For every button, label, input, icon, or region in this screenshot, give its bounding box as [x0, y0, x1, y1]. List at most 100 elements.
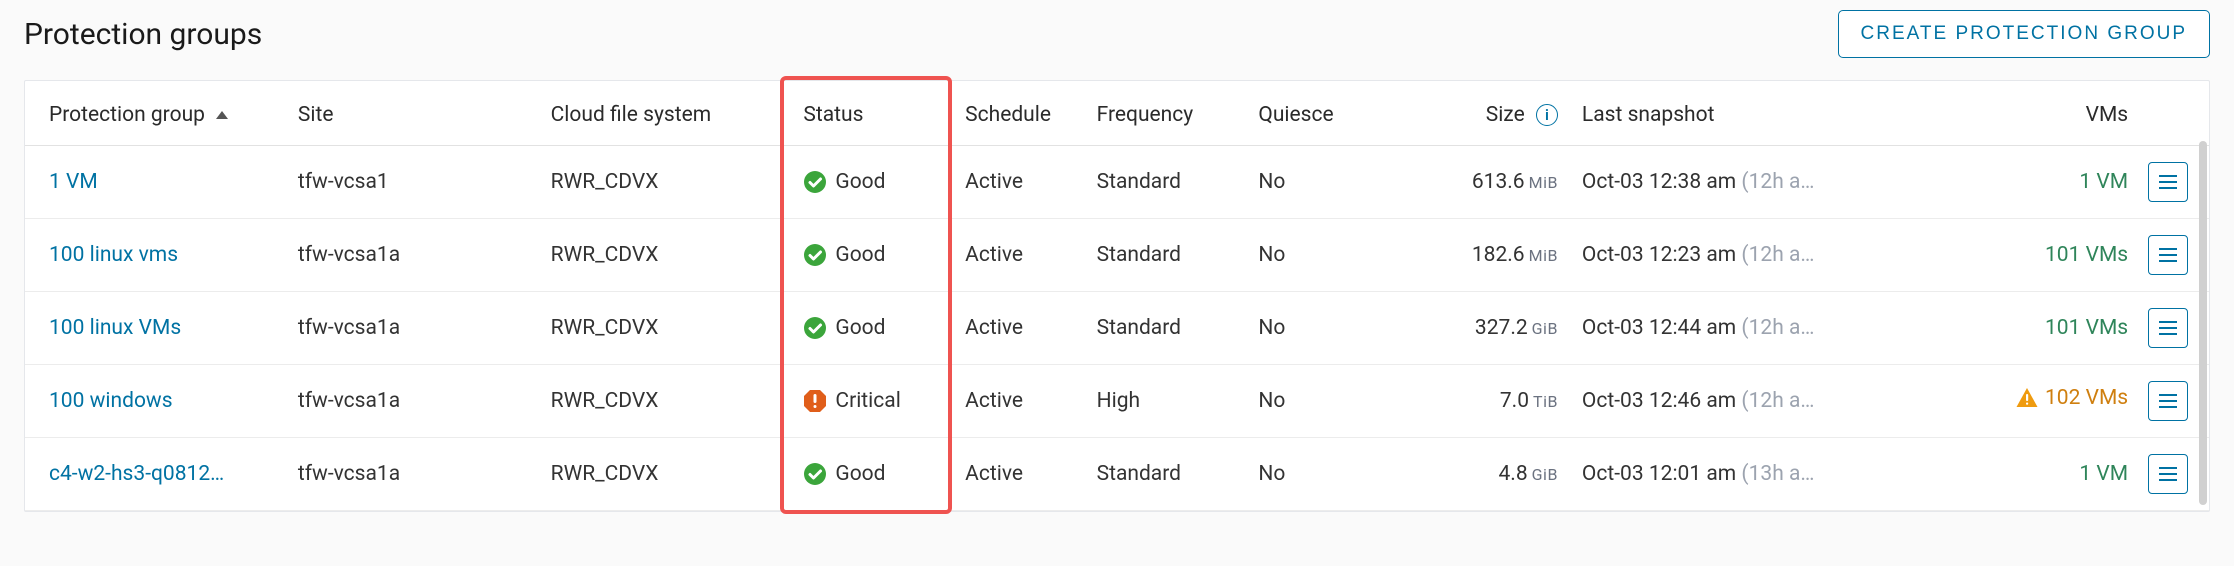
menu-icon	[2159, 254, 2177, 256]
protection-groups-panel: Protection group Site Cloud file system …	[24, 80, 2210, 512]
col-protection-group[interactable]: Protection group	[25, 81, 288, 146]
vms-count-link[interactable]: 1 VM	[2079, 462, 2128, 486]
status-cell: Good	[793, 438, 955, 511]
col-size[interactable]: Size i	[1380, 81, 1572, 146]
status-cell: Good	[793, 292, 955, 365]
size-unit: GiB	[1528, 319, 1558, 338]
col-schedule[interactable]: Schedule	[955, 81, 1086, 146]
protection-group-link[interactable]: 100 windows	[49, 389, 173, 413]
status-good-icon	[803, 462, 827, 486]
snapshot-timestamp: Oct-03 12:01 am	[1582, 462, 1736, 486]
status-label: Good	[835, 243, 885, 267]
status-good-icon	[803, 243, 827, 267]
size-cell: 7.0TiB	[1380, 365, 1572, 438]
size-cell: 327.2GiB	[1380, 292, 1572, 365]
table-header-row: Protection group Site Cloud file system …	[25, 81, 2209, 146]
vms-cell: 101 VMs	[1956, 219, 2138, 292]
create-protection-group-button[interactable]: Create Protection Group	[1838, 10, 2210, 58]
protection-group-link[interactable]: 1 VM	[49, 170, 98, 194]
menu-icon	[2159, 473, 2177, 475]
quiesce-cell: No	[1248, 219, 1379, 292]
cfs-cell: RWR_CDVX	[541, 219, 794, 292]
status-critical-icon	[803, 389, 827, 413]
last-snapshot-cell: Oct-03 12:46 am (12h a…	[1572, 365, 1956, 438]
table-row: c4-w2-hs3-q0812…tfw-vcsa1aRWR_CDVXGoodAc…	[25, 438, 2209, 511]
col-cloud-file-system[interactable]: Cloud file system	[541, 81, 794, 146]
protection-group-link[interactable]: 100 linux VMs	[49, 316, 181, 340]
vms-count-link[interactable]: 102 VMs	[2045, 386, 2128, 410]
site-cell: tfw-vcsa1a	[288, 365, 541, 438]
quiesce-cell: No	[1248, 292, 1379, 365]
cfs-cell: RWR_CDVX	[541, 438, 794, 511]
quiesce-cell: No	[1248, 146, 1379, 219]
snapshot-age: (12h a…	[1741, 243, 1814, 267]
snapshot-age: (12h a…	[1741, 389, 1814, 413]
vms-count-link[interactable]: 101 VMs	[2045, 316, 2128, 340]
col-frequency[interactable]: Frequency	[1087, 81, 1249, 146]
last-snapshot-cell: Oct-03 12:01 am (13h a…	[1572, 438, 1956, 511]
status-good-icon	[803, 316, 827, 340]
snapshot-timestamp: Oct-03 12:38 am	[1582, 170, 1736, 194]
page-title: Protection groups	[24, 17, 262, 52]
size-value: 182.6	[1472, 243, 1525, 267]
site-cell: tfw-vcsa1	[288, 146, 541, 219]
row-actions-button[interactable]	[2148, 381, 2188, 421]
last-snapshot-cell: Oct-03 12:38 am (12h a…	[1572, 146, 1956, 219]
table-row: 100 windowstfw-vcsa1aRWR_CDVXCriticalAct…	[25, 365, 2209, 438]
status-cell: Good	[793, 146, 955, 219]
snapshot-age: (12h a…	[1741, 170, 1814, 194]
schedule-cell: Active	[955, 219, 1086, 292]
snapshot-timestamp: Oct-03 12:23 am	[1582, 243, 1736, 267]
status-cell: Critical	[793, 365, 955, 438]
last-snapshot-cell: Oct-03 12:44 am (12h a…	[1572, 292, 1956, 365]
quiesce-cell: No	[1248, 438, 1379, 511]
frequency-cell: Standard	[1087, 219, 1249, 292]
col-quiesce[interactable]: Quiesce	[1248, 81, 1379, 146]
schedule-cell: Active	[955, 146, 1086, 219]
info-icon[interactable]: i	[1536, 104, 1558, 126]
row-actions-button[interactable]	[2148, 162, 2188, 202]
vms-count-link[interactable]: 1 VM	[2079, 170, 2128, 194]
row-actions-button[interactable]	[2148, 308, 2188, 348]
frequency-cell: High	[1087, 365, 1249, 438]
snapshot-timestamp: Oct-03 12:44 am	[1582, 316, 1736, 340]
scrollbar[interactable]	[2199, 141, 2207, 505]
table-row: 1 VM tfw-vcsa1RWR_CDVXGoodActiveStandardN…	[25, 146, 2209, 219]
status-label: Good	[835, 316, 885, 340]
vms-count-link[interactable]: 101 VMs	[2045, 243, 2128, 267]
warning-icon	[2015, 386, 2039, 410]
protection-group-link[interactable]: 100 linux vms	[49, 243, 178, 267]
row-actions-button[interactable]	[2148, 454, 2188, 494]
protection-group-link[interactable]: c4-w2-hs3-q0812…	[49, 462, 224, 486]
col-label: Size	[1486, 103, 1525, 127]
frequency-cell: Standard	[1087, 438, 1249, 511]
schedule-cell: Active	[955, 365, 1086, 438]
vms-cell: 101 VMs	[1956, 292, 2138, 365]
vms-cell: 102 VMs	[1956, 365, 2138, 438]
frequency-cell: Standard	[1087, 292, 1249, 365]
status-label: Critical	[835, 389, 900, 413]
frequency-cell: Standard	[1087, 146, 1249, 219]
cfs-cell: RWR_CDVX	[541, 146, 794, 219]
snapshot-age: (13h a…	[1741, 462, 1814, 486]
site-cell: tfw-vcsa1a	[288, 292, 541, 365]
status-label: Good	[835, 462, 885, 486]
col-site[interactable]: Site	[288, 81, 541, 146]
schedule-cell: Active	[955, 438, 1086, 511]
table-row: 100 linux VMs tfw-vcsa1aRWR_CDVX Good Activ…	[25, 292, 2209, 365]
vms-cell: 1 VM	[1956, 146, 2138, 219]
protection-groups-table: Protection group Site Cloud file system …	[25, 81, 2209, 511]
last-snapshot-cell: Oct-03 12:23 am (12h a…	[1572, 219, 1956, 292]
schedule-cell: Active	[955, 292, 1086, 365]
size-value: 4.8	[1499, 462, 1528, 486]
row-actions-button[interactable]	[2148, 235, 2188, 275]
col-actions	[2138, 81, 2209, 146]
col-vms[interactable]: VMs	[1956, 81, 2138, 146]
col-last-snapshot[interactable]: Last snapshot	[1572, 81, 1956, 146]
menu-icon	[2159, 327, 2177, 329]
col-status[interactable]: Status	[793, 81, 955, 146]
table-row: 100 linux vmstfw-vcsa1aRWR_CDVXGoodActiv…	[25, 219, 2209, 292]
cfs-cell: RWR_CDVX	[541, 292, 794, 365]
col-label: Protection group	[49, 103, 205, 127]
sort-asc-icon	[216, 111, 228, 119]
